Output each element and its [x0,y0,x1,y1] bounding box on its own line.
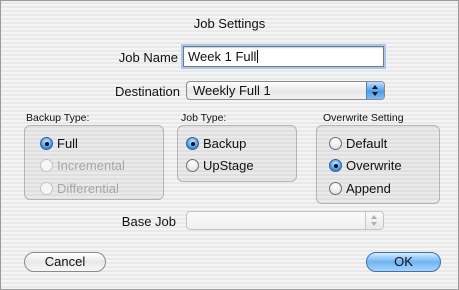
radio-incremental: Incremental [40,158,125,174]
job-name-label: Job Name [118,50,178,65]
radio-selected-icon [329,159,342,172]
ok-button[interactable]: OK [366,252,441,272]
job-name-value: Week 1 Full [188,49,257,64]
destination-value: Weekly Full 1 [193,83,271,98]
cancel-button[interactable]: Cancel [24,252,106,272]
base-job-label: Base Job [121,214,176,229]
destination-label: Destination [114,84,180,99]
radio-append[interactable]: Append [329,181,391,197]
dialog-title: Job Settings [193,16,266,31]
popup-arrows-icon [365,212,383,229]
radio-overwrite[interactable]: Overwrite [329,158,402,174]
radio-empty-icon [40,159,53,172]
radio-upstage[interactable]: UpStage [186,158,254,174]
popup-arrows-icon [366,82,384,99]
radio-empty-icon [329,182,342,195]
base-job-popup [186,211,384,230]
radio-default[interactable]: Default [329,136,387,152]
radio-selected-icon [186,137,199,150]
radio-differential: Differential [40,181,119,197]
radio-empty-icon [186,159,199,172]
job-name-field[interactable]: Week 1 Full [183,46,384,67]
radio-backup[interactable]: Backup [186,136,246,152]
radio-empty-icon [329,137,342,150]
backup-type-label: Backup Type: [26,112,90,124]
job-type-label: Job Type: [181,112,227,124]
radio-full[interactable]: Full [40,136,78,152]
overwrite-setting-label: Overwrite Setting [323,112,404,124]
destination-popup[interactable]: Weekly Full 1 [186,81,385,100]
radio-selected-icon [40,137,53,150]
text-caret [257,50,259,63]
radio-empty-icon [40,182,53,195]
